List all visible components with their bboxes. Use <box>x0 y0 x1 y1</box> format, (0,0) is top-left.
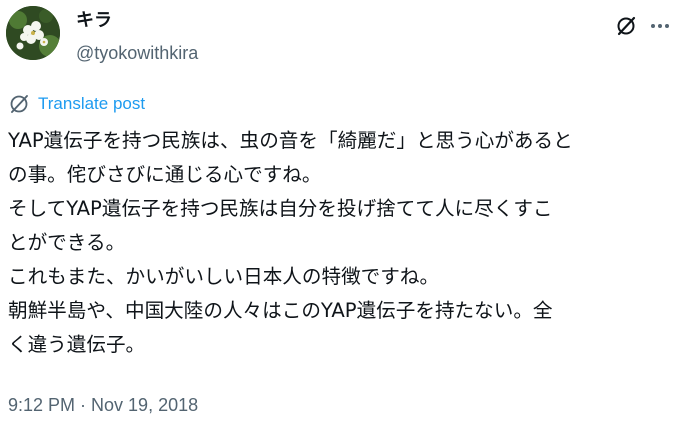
post-text-line: とができる。 <box>8 231 126 254</box>
translate-post-link[interactable]: Translate post <box>8 93 145 115</box>
more-dots-icon <box>651 24 669 28</box>
post-timestamp[interactable]: 9:12 PM · Nov 19, 2018 <box>8 393 198 417</box>
grok-button[interactable] <box>614 14 638 38</box>
avatar[interactable] <box>6 6 60 60</box>
post-text-line: の事。侘びさびに通じる心ですね。 <box>8 163 322 186</box>
post-text: YAP遺伝子を持つ民族は、虫の音を「綺麗だ」と思う心があると の事。侘びさびに通… <box>8 124 678 362</box>
post-text-line: 朝鮮半島や、中国大陸の人々はこのYAP遺伝子を持たない。全 <box>8 299 553 322</box>
post-text-line: YAP遺伝子を持つ民族は、虫の音を「綺麗だ」と思う心があると <box>8 129 573 152</box>
author-handle[interactable]: @tyokowithkira <box>76 41 198 65</box>
translate-globe-icon <box>10 95 28 113</box>
author-display-name[interactable]: キラ <box>76 9 112 33</box>
grok-slash-icon <box>617 16 636 36</box>
translate-label: Translate post <box>38 94 146 113</box>
post-card: キラ @tyokowithkira Translate post YAP遺伝子を… <box>0 0 678 424</box>
post-text-line: く違う遺伝子。 <box>8 333 146 356</box>
post-text-line: これもまた、かいがいしい日本人の特徴ですね。 <box>8 265 440 288</box>
post-text-line: そしてYAP遺伝子を持つ民族は自分を投げ捨てて人に尽くすこ <box>8 197 553 220</box>
more-options-button[interactable] <box>648 14 672 38</box>
white-flower-avatar-icon <box>6 6 60 60</box>
